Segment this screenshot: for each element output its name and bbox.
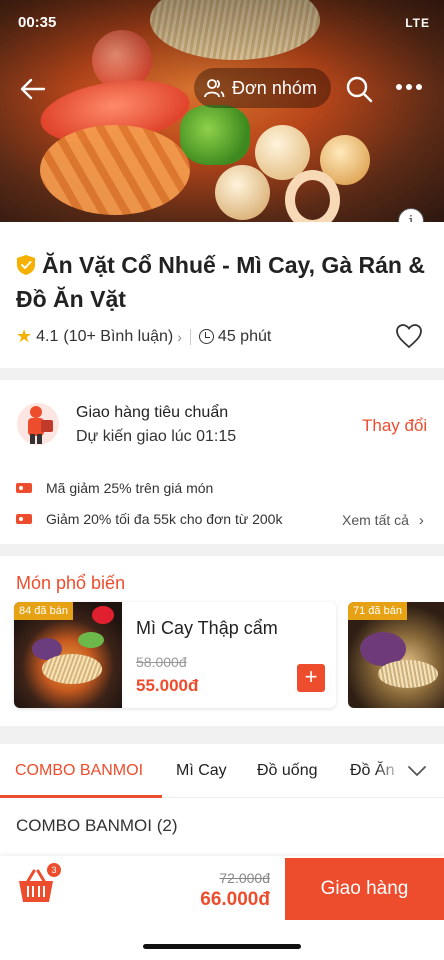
more-dots-icon [416, 84, 422, 90]
chevron-right-icon: › [177, 328, 182, 345]
active-tab-indicator [0, 795, 162, 798]
chevron-right-icon: › [418, 512, 424, 529]
search-icon [346, 76, 373, 103]
store-cover-image [0, 0, 444, 222]
tab-do-uong[interactable]: Đồ uống [257, 762, 318, 780]
store-info: Ăn Vặt Cổ Nhuế - Mì Cay, Gà Rán & Đồ Ăn … [0, 222, 444, 368]
cover-shade [0, 0, 444, 222]
promo-text: Giảm 20% tối đa 55k cho đơn từ 200k [46, 511, 283, 527]
delivery-time: 45 phút [217, 327, 272, 345]
add-to-cart-button[interactable]: + [297, 664, 325, 692]
tab-mi-cay[interactable]: Mì Cay [176, 762, 227, 780]
more-dots-icon [396, 84, 402, 90]
cart-bar: 3 72.000đ 66.000đ Giao hàng [0, 856, 444, 960]
popular-item-card[interactable]: 84 đã bán Mì Cay Thập cẩm 58.000đ 55.000… [14, 602, 336, 708]
category-section-title: COMBO BANMOI (2) [16, 816, 178, 835]
checkout-button[interactable]: Giao hàng [285, 858, 444, 920]
chevron-down-icon[interactable] [407, 761, 427, 781]
popular-title: Món phổ biến [16, 573, 126, 593]
dish-price: 55.000đ [136, 676, 199, 695]
back-button[interactable] [18, 74, 48, 104]
sold-count-badge: 84 đã bán [14, 602, 73, 620]
rating-value: 4.1 [36, 327, 59, 345]
voucher-tag-icon [16, 514, 32, 524]
delivery-estimate: Dự kiến giao lúc 01:15 [76, 428, 237, 445]
tab-combo-banmoi[interactable]: COMBO BANMOI [15, 762, 143, 780]
food-decoration [42, 654, 102, 684]
verified-shield-icon [17, 255, 35, 275]
see-all-promos-link[interactable]: Xem tất cả › [342, 512, 424, 529]
clock-icon [198, 329, 214, 344]
section-divider [0, 368, 444, 380]
cart-total: 66.000đ [200, 889, 270, 910]
dish-image: 84 đã bán [14, 602, 122, 708]
popular-item-card[interactable]: 71 đã bán [348, 602, 444, 708]
change-delivery-link[interactable]: Thay đổi [362, 416, 427, 436]
star-icon: ★ [16, 326, 33, 346]
store-name: Ăn Vặt Cổ Nhuế - Mì Cay, Gà Rán & Đồ Ăn … [16, 252, 425, 312]
delivery-section: Giao hàng tiêu chuẩn Dự kiến giao lúc 01… [0, 380, 444, 544]
food-decoration [78, 632, 104, 648]
status-time: 00:35 [18, 14, 57, 31]
voucher-tag-icon [16, 483, 32, 493]
search-button[interactable] [344, 74, 374, 104]
more-dots-icon [406, 84, 412, 90]
see-all-label: Xem tất cả [342, 512, 409, 528]
favorite-heart-icon[interactable] [395, 323, 423, 349]
promo-text: Mã giảm 25% trên giá món [46, 480, 214, 496]
dish-name: Mì Cay Thập cẩm [136, 618, 278, 638]
status-network: LTE [405, 16, 430, 30]
cart-count-badge: 3 [47, 863, 61, 877]
home-indicator [143, 944, 301, 949]
favorite-badge-icon [92, 606, 114, 624]
more-button[interactable] [396, 84, 426, 94]
promo-item: Giảm 20% tối đa 55k cho đơn từ 200k [16, 511, 282, 527]
group-order-label: Đơn nhóm [232, 77, 317, 98]
store-title: Ăn Vặt Cổ Nhuế - Mì Cay, Gà Rán & Đồ Ăn … [16, 248, 436, 316]
promo-item: Mã giảm 25% trên giá món [16, 480, 213, 496]
courier-icon [17, 403, 59, 445]
food-decoration [378, 660, 438, 688]
group-order-button[interactable]: Đơn nhóm [194, 68, 331, 108]
review-count: (10+ Bình luận) [63, 327, 174, 345]
dish-old-price: 58.000đ [136, 654, 187, 670]
store-rating-row[interactable]: ★ 4.1 (10+ Bình luận) › 45 phút [16, 326, 271, 347]
sold-count-badge: 71 đã bán [348, 602, 407, 620]
cart-old-total: 72.000đ [219, 870, 270, 886]
divider [189, 328, 191, 345]
section-divider [0, 726, 444, 744]
popular-section: Món phổ biến 84 đã bán Mì Cay Thập cẩm 5… [0, 556, 444, 726]
arrow-left-icon [20, 78, 46, 100]
group-users-icon [204, 79, 225, 98]
menu-category-tabs: COMBO BANMOI Mì Cay Đồ uống Đồ Ăn [0, 744, 444, 798]
delivery-title: Giao hàng tiêu chuẩn [76, 404, 229, 421]
section-divider [0, 544, 444, 556]
